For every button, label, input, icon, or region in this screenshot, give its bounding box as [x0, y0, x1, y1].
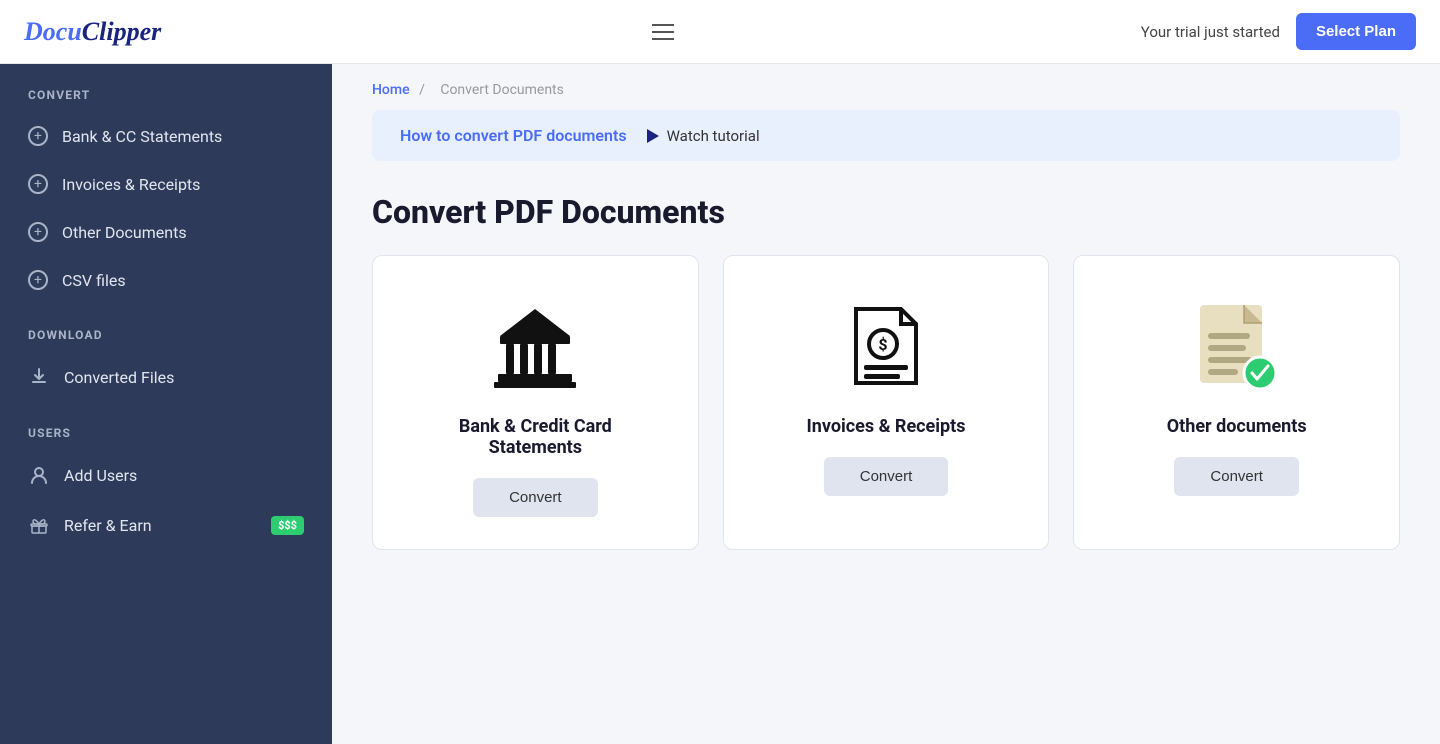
- sidebar-item-label: CSV files: [62, 271, 126, 290]
- cards-row: Bank & Credit CardStatements Convert $: [332, 255, 1440, 590]
- breadcrumb: Home / Convert Documents: [332, 64, 1440, 110]
- sidebar-item-label: Invoices & Receipts: [62, 175, 200, 194]
- header: DocuClipper Your trial just started Sele…: [0, 0, 1440, 64]
- bank-card-label: Bank & Credit CardStatements: [459, 416, 612, 458]
- breadcrumb-separator: /: [419, 82, 425, 98]
- bank-convert-button[interactable]: Convert: [473, 478, 598, 517]
- bank-card: Bank & Credit CardStatements Convert: [372, 255, 699, 550]
- watch-tutorial-button[interactable]: Watch tutorial: [647, 127, 760, 145]
- invoices-card: $ Invoices & Receipts Convert: [723, 255, 1050, 550]
- trial-text: Your trial just started: [1141, 23, 1280, 41]
- sidebar-item-add-users[interactable]: Add Users: [0, 450, 332, 500]
- sidebar-item-refer-earn[interactable]: Refer & Earn $$$: [0, 500, 332, 550]
- sidebar-item-converted-files[interactable]: Converted Files: [0, 352, 332, 402]
- sidebar-item-label: Refer & Earn: [64, 516, 152, 535]
- sidebar-item-other-docs[interactable]: + Other Documents: [0, 208, 332, 256]
- bank-card-icon: [490, 296, 580, 396]
- menu-icon[interactable]: [652, 24, 674, 40]
- download-icon: [28, 366, 50, 388]
- breadcrumb-home[interactable]: Home: [372, 82, 410, 98]
- user-icon: [28, 464, 50, 486]
- bank-building-icon: [490, 301, 580, 391]
- sidebar-item-label: Bank & CC Statements: [62, 127, 222, 146]
- watch-tutorial-label: Watch tutorial: [667, 127, 760, 145]
- invoices-convert-button[interactable]: Convert: [824, 457, 949, 496]
- invoice-document-icon: $: [846, 301, 926, 391]
- svg-text:$: $: [878, 335, 887, 354]
- select-plan-button[interactable]: Select Plan: [1296, 13, 1416, 50]
- refer-earn-badge: $$$: [271, 516, 304, 535]
- layout: CONVERT + Bank & CC Statements + Invoice…: [0, 64, 1440, 744]
- invoices-card-icon: $: [846, 296, 926, 396]
- tutorial-banner: How to convert PDF documents Watch tutor…: [372, 110, 1400, 161]
- sidebar-item-label: Converted Files: [64, 368, 174, 387]
- play-icon: [647, 129, 659, 143]
- other-docs-convert-button[interactable]: Convert: [1174, 457, 1299, 496]
- plus-icon: +: [28, 174, 48, 194]
- plus-icon: +: [28, 270, 48, 290]
- other-docs-card-icon: [1192, 296, 1282, 396]
- breadcrumb-current: Convert Documents: [440, 82, 564, 98]
- sidebar: CONVERT + Bank & CC Statements + Invoice…: [0, 64, 332, 744]
- download-section-label: DOWNLOAD: [0, 304, 332, 352]
- sidebar-item-csv[interactable]: + CSV files: [0, 256, 332, 304]
- other-docs-icon-container: [1192, 301, 1282, 391]
- plus-icon: +: [28, 222, 48, 242]
- other-docs-card-label: Other documents: [1167, 416, 1307, 437]
- plus-icon: +: [28, 126, 48, 146]
- header-right: Your trial just started Select Plan: [1141, 13, 1416, 50]
- other-docs-svg: [1192, 301, 1282, 391]
- other-docs-card: Other documents Convert: [1073, 255, 1400, 550]
- gift-icon: [28, 514, 50, 536]
- invoices-card-label: Invoices & Receipts: [807, 416, 966, 437]
- main-content: Home / Convert Documents How to convert …: [332, 64, 1440, 744]
- sidebar-item-invoices[interactable]: + Invoices & Receipts: [0, 160, 332, 208]
- logo: DocuClipper: [24, 17, 161, 47]
- page-title: Convert PDF Documents: [332, 189, 1440, 255]
- sidebar-item-label: Add Users: [64, 466, 137, 485]
- convert-section-label: CONVERT: [0, 64, 332, 112]
- sidebar-item-bank-cc[interactable]: + Bank & CC Statements: [0, 112, 332, 160]
- how-to-text: How to convert PDF documents: [400, 126, 627, 145]
- users-section-label: USERS: [0, 402, 332, 450]
- sidebar-item-label: Other Documents: [62, 223, 187, 242]
